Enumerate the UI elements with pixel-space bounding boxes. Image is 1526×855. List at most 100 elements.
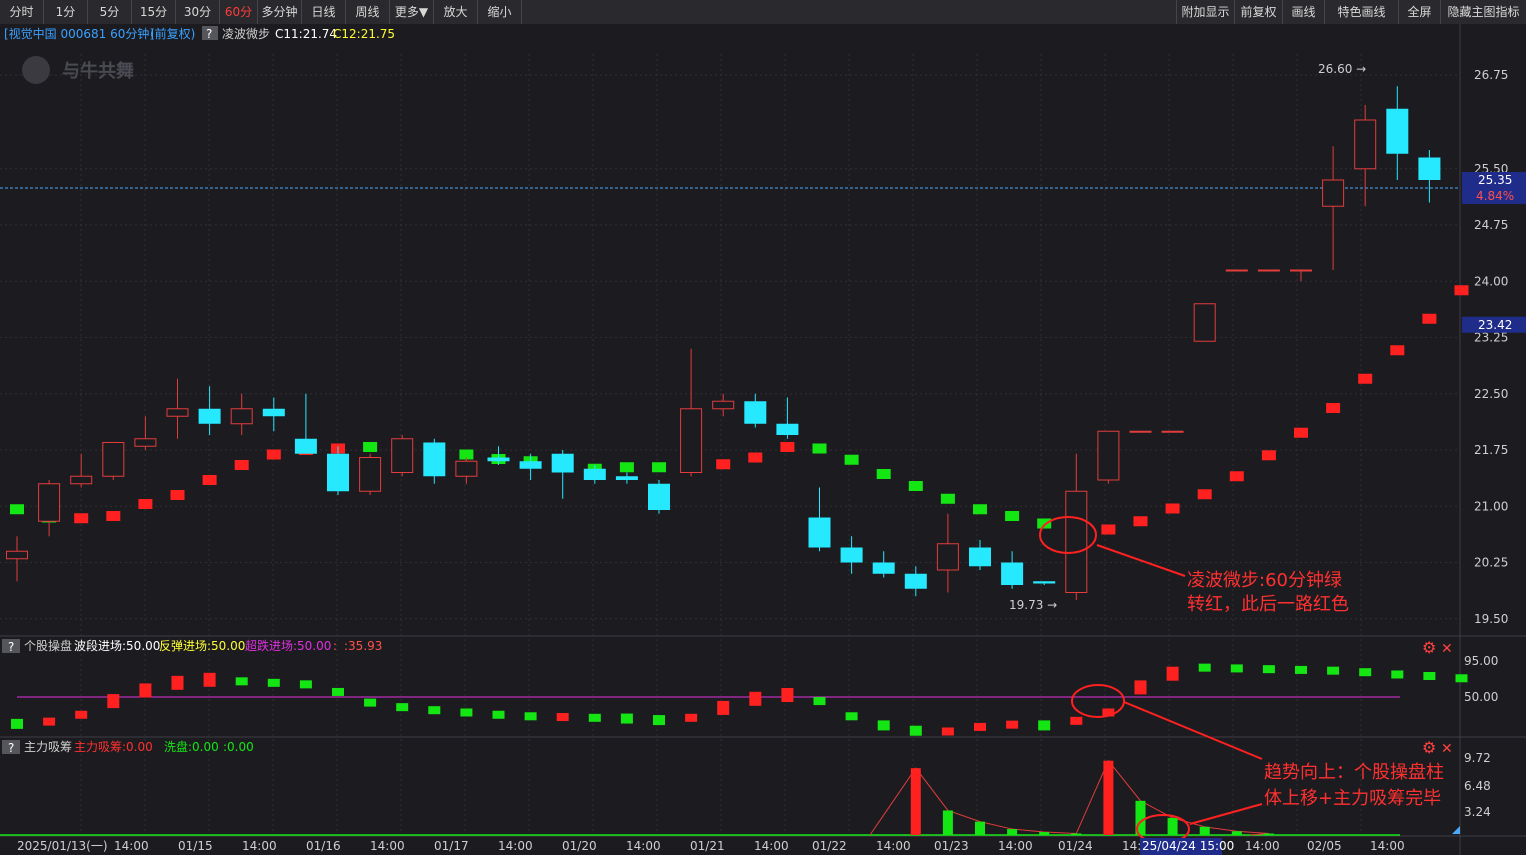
signal-block [1005, 511, 1020, 521]
panel2-block [460, 708, 473, 717]
toolbar-right-button-1[interactable]: 前复权 [1234, 0, 1283, 24]
help-icon: ? [8, 741, 14, 755]
candle-body [423, 442, 446, 477]
signal-block [266, 449, 281, 460]
time-tick-label: 01/15 [178, 839, 213, 853]
panel3-bar [1231, 831, 1242, 835]
panel2-block [813, 697, 826, 706]
period-button-2[interactable]: 5分 [88, 0, 132, 24]
panel2-block [428, 706, 441, 715]
time-tick-label: 01/22 [812, 839, 847, 853]
panel2-block [492, 710, 505, 719]
signal-block [1454, 285, 1469, 296]
price-tick-label: 24.00 [1474, 274, 1508, 288]
toolbar-right-button-2[interactable]: 画线 [1282, 0, 1325, 24]
candle-body [648, 483, 670, 510]
time-tick-label: 14: [1122, 839, 1141, 853]
time-tick-label: 14:00 [998, 839, 1033, 853]
current-price-label: 25.35 [1478, 173, 1512, 187]
panel2-block [299, 680, 312, 689]
annotation-text: 转红，此后一路红色 [1187, 594, 1349, 615]
period-button-7[interactable]: 日线 [302, 0, 346, 24]
candle-body [359, 457, 382, 492]
time-tick-label: 14:00 [370, 839, 405, 853]
candle-body [262, 408, 285, 417]
candle-body [1161, 430, 1184, 433]
panel2-stat: 波段进场:50.00 [74, 638, 160, 653]
panel2-block [364, 698, 377, 707]
panel2-block [909, 725, 922, 736]
period-button-11[interactable]: 缩小 [478, 0, 522, 24]
panel3-bar [1167, 817, 1178, 835]
panel2-block [75, 710, 88, 719]
price-tick-label: 20.25 [1474, 556, 1508, 570]
panel2-block [1423, 672, 1436, 680]
panel3-bar [1103, 760, 1114, 835]
panel3-axis-label: 9.72 [1464, 751, 1491, 765]
signal-block [973, 504, 987, 515]
toolbar-right-button-3[interactable]: 特色画线 [1324, 0, 1399, 24]
crosshair-time-label: 25/04/24 15:00 [1142, 839, 1234, 853]
time-tick-label: 14:00 [876, 839, 911, 853]
panel2-block [620, 713, 633, 724]
period-button-8[interactable]: 周线 [346, 0, 390, 24]
candle-body [1065, 490, 1088, 593]
period-button-4[interactable]: 30分 [176, 0, 220, 24]
signal-block [940, 493, 955, 504]
annotation-text: 体上移+主力吸筹完毕 [1264, 788, 1441, 809]
signal-block [1101, 524, 1116, 535]
period-button-6[interactable]: 多分钟 [258, 0, 302, 24]
signal-block [234, 460, 249, 470]
candle-body [1257, 269, 1280, 272]
candle-body [904, 573, 927, 589]
panel2-block [941, 727, 954, 736]
toolbar-right-button-4[interactable]: 全屏 [1398, 0, 1441, 24]
current-pct-label: 4.84% [1476, 189, 1514, 203]
candle-body [70, 475, 93, 485]
candle-body [1354, 119, 1377, 170]
signal-block [748, 452, 763, 463]
panel2-block [524, 712, 537, 721]
panel2-block [396, 703, 409, 712]
panel2-block [203, 672, 216, 687]
panel3-bar [1071, 833, 1082, 835]
candle-body [776, 423, 799, 435]
signal-block [1165, 503, 1180, 514]
period-button-10[interactable]: 放大 [434, 0, 478, 24]
candle-body [1290, 269, 1312, 272]
period-button-9[interactable]: 更多▼ [390, 0, 434, 24]
signal-block [1229, 471, 1244, 482]
panel2-stat: :35.93 [344, 639, 382, 653]
candle-body [872, 562, 895, 574]
signal-block [1294, 427, 1308, 438]
level-price-label: 23.42 [1478, 318, 1512, 332]
toolbar-right-button-0[interactable]: 附加显示 [1176, 0, 1235, 24]
period-button-0[interactable]: 分时 [0, 0, 44, 24]
candle-body [1001, 562, 1024, 585]
candle-body [38, 483, 61, 522]
kline-chart[interactable]: [视觉中国 000681 60分钟](前复权)? 凌波微步 C11:21.74C12… [0, 24, 1526, 855]
candle-body [583, 468, 606, 480]
period-button-3[interactable]: 15分 [132, 0, 176, 24]
indicator-value-c11: C11:21.74 [275, 27, 337, 41]
price-tick-label: 22.50 [1474, 387, 1508, 401]
panel2-block [171, 675, 184, 690]
signal-block [138, 499, 153, 509]
settings-icon: ⚙ [1422, 638, 1436, 657]
close-icon: ✕ [1441, 741, 1453, 757]
panel2-block [139, 683, 152, 698]
price-tick-label: 26.75 [1474, 68, 1508, 82]
period-toolbar: 分时 1分 5分 15分 30分 60分 多分钟 日线 周线 更多▼ 放大 缩小 附加显示 前复权 画线 特色… [0, 0, 1526, 25]
panel2-block [588, 713, 601, 722]
toolbar-right-button-5[interactable]: 隐藏主图指标 [1440, 0, 1526, 24]
period-button-5[interactable]: 60分 [220, 0, 258, 24]
time-tick-label: 14:00 [242, 839, 277, 853]
period-button-1[interactable]: 1分 [44, 0, 88, 24]
time-tick-label: 01/24 [1058, 839, 1093, 853]
time-tick-label: 01/23 [934, 839, 969, 853]
candle-body [1225, 269, 1248, 272]
panel2-block [11, 718, 23, 729]
signal-block [106, 511, 121, 521]
signal-block [1326, 403, 1341, 413]
panel2-block [749, 691, 762, 706]
